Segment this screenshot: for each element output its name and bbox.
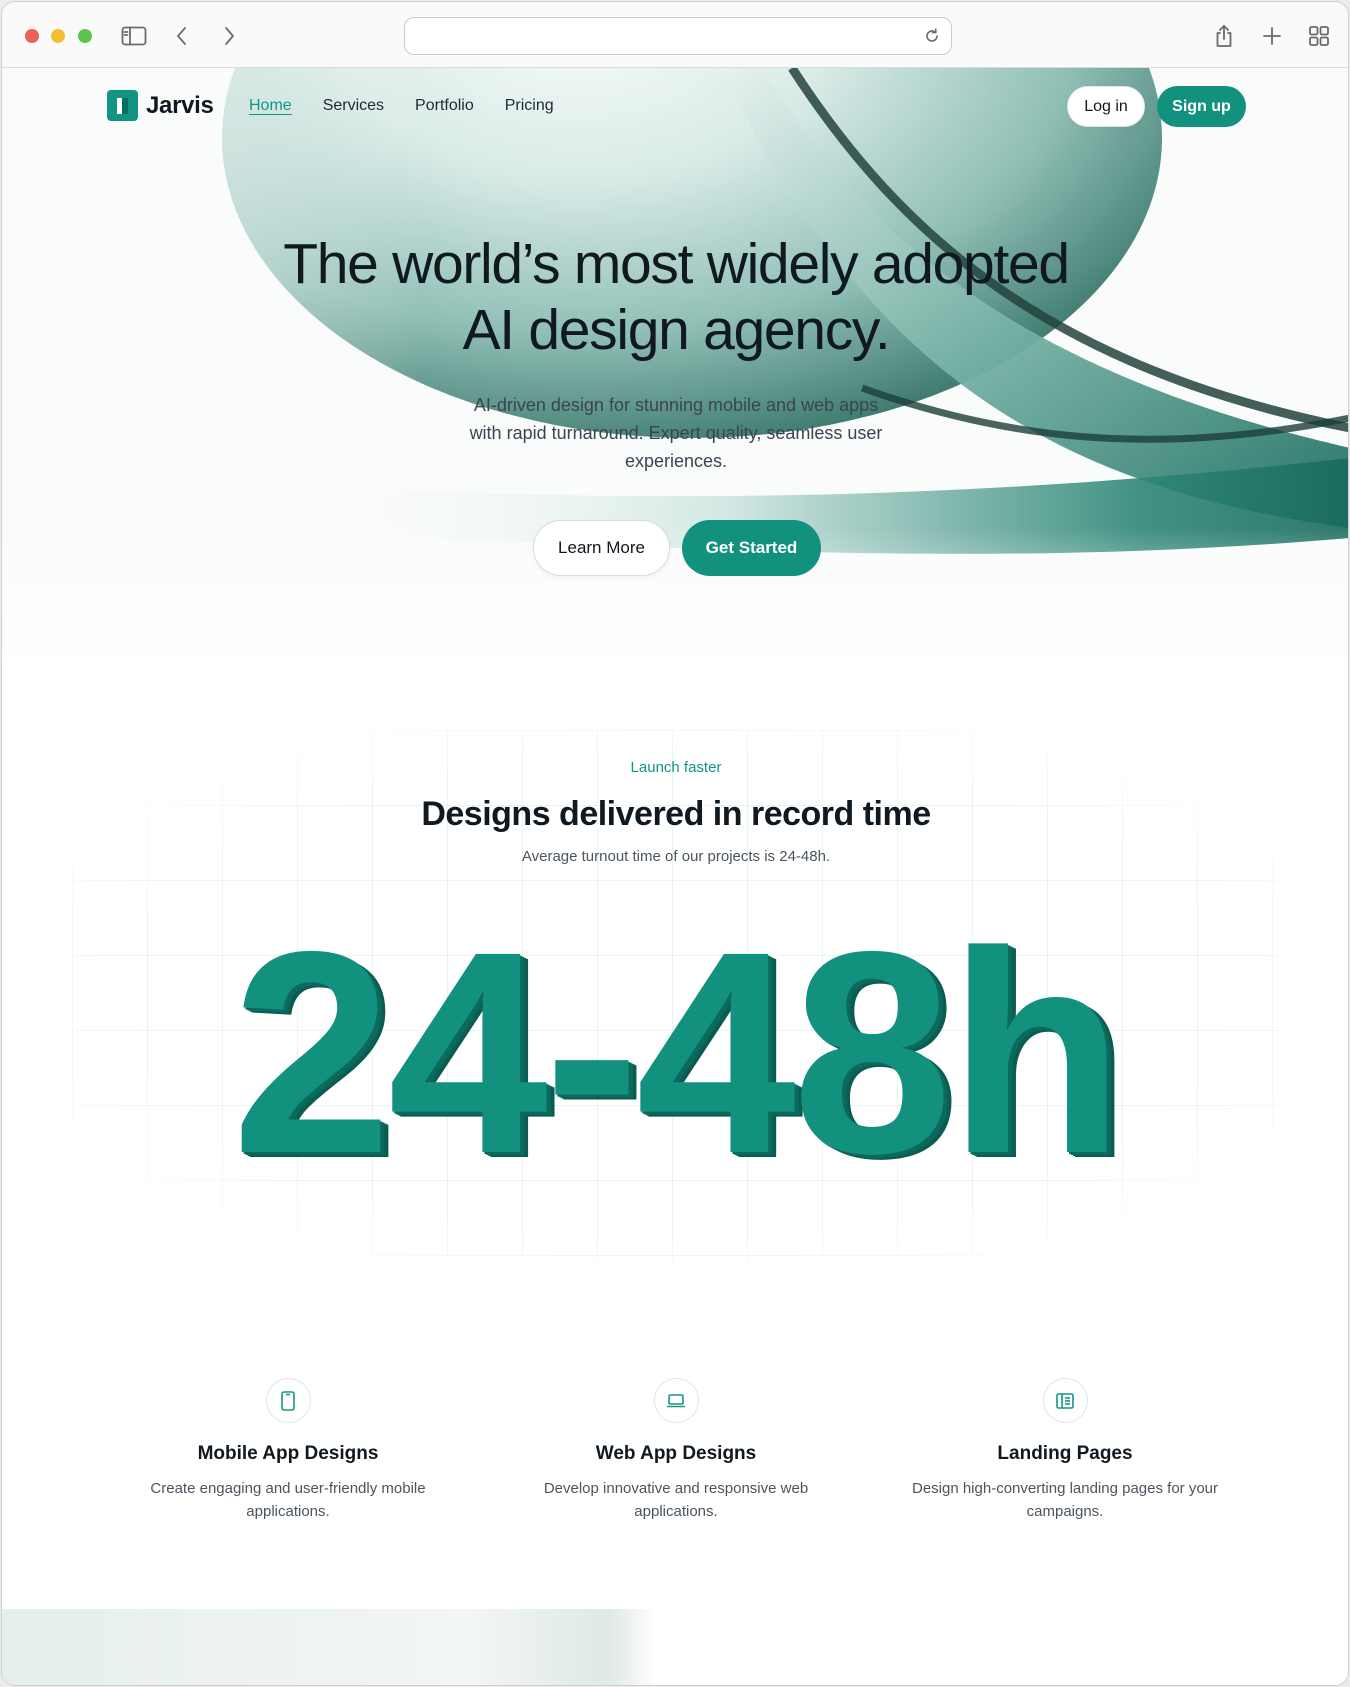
web-page: Jarvis Home Services Portfolio Pricing L… <box>2 68 1348 1685</box>
forward-arrow-icon[interactable] <box>213 20 245 52</box>
url-input[interactable] <box>419 18 899 54</box>
feature-description: Design high-converting landing pages for… <box>911 1480 1219 1520</box>
next-section-background <box>2 1609 936 1685</box>
hero-title: The world’s most widely adopted AI desig… <box>2 231 1348 363</box>
reload-icon[interactable] <box>923 27 941 45</box>
feature-title: Mobile App Designs <box>197 1443 379 1464</box>
hero-section: Jarvis Home Services Portfolio Pricing L… <box>2 68 1348 668</box>
feature-title: Landing Pages <box>997 1443 1133 1464</box>
close-window-button[interactable] <box>25 29 39 43</box>
feature-web-app: Web App Designs Develop innovative and r… <box>511 1378 841 1523</box>
minimize-window-button[interactable] <box>51 29 65 43</box>
browser-window: Jarvis Home Services Portfolio Pricing L… <box>1 1 1349 1686</box>
feature-mobile-app: Mobile App Designs Create engaging and u… <box>123 1378 453 1523</box>
feature-description: Create engaging and user-friendly mobile… <box>150 1480 426 1520</box>
nav-link-services[interactable]: Services <box>323 97 384 115</box>
logo-mark-icon <box>107 90 138 121</box>
landing-page-icon <box>1042 1378 1088 1423</box>
signup-button[interactable]: Sign up <box>1157 86 1246 127</box>
brand-logo[interactable]: Jarvis <box>107 90 214 121</box>
tab-overview-icon[interactable] <box>1303 20 1335 52</box>
hero-title-line-1: The world’s most widely adopted <box>283 232 1070 296</box>
section-title: Designs delivered in record time <box>421 795 931 833</box>
brand-name: Jarvis <box>146 91 214 119</box>
hero-subtitle: AI-driven design for stunning mobile and… <box>469 395 883 471</box>
browser-toolbar <box>2 2 1348 68</box>
get-started-button[interactable]: Get Started <box>682 520 821 576</box>
feature-description: Develop innovative and responsive web ap… <box>543 1480 809 1520</box>
back-arrow-icon[interactable] <box>166 20 198 52</box>
section-eyebrow: Launch faster <box>630 759 722 776</box>
top-navigation: Jarvis Home Services Portfolio Pricing L… <box>2 68 1348 146</box>
nav-links: Home Services Portfolio Pricing <box>249 97 554 115</box>
nav-link-pricing[interactable]: Pricing <box>505 97 554 115</box>
turnaround-big-number: 24-48h <box>231 892 1125 1214</box>
nav-link-home[interactable]: Home <box>249 97 292 115</box>
nav-link-portfolio[interactable]: Portfolio <box>415 97 474 115</box>
laptop-icon <box>653 1378 699 1423</box>
share-icon[interactable] <box>1208 20 1240 52</box>
maximize-window-button[interactable] <box>78 29 92 43</box>
mobile-icon <box>265 1378 311 1423</box>
hero-title-line-2: AI design agency. <box>462 298 891 362</box>
new-tab-icon[interactable] <box>1256 20 1288 52</box>
feature-landing-pages: Landing Pages Design high-converting lan… <box>900 1378 1230 1523</box>
sidebar-toggle-icon[interactable] <box>118 20 150 52</box>
learn-more-button[interactable]: Learn More <box>533 520 670 576</box>
address-bar[interactable] <box>404 17 952 55</box>
login-button[interactable]: Log in <box>1067 86 1145 127</box>
feature-title: Web App Designs <box>595 1443 757 1464</box>
hero-fade <box>2 528 1348 668</box>
section-subtitle: Average turnout time of our projects is … <box>521 848 831 865</box>
